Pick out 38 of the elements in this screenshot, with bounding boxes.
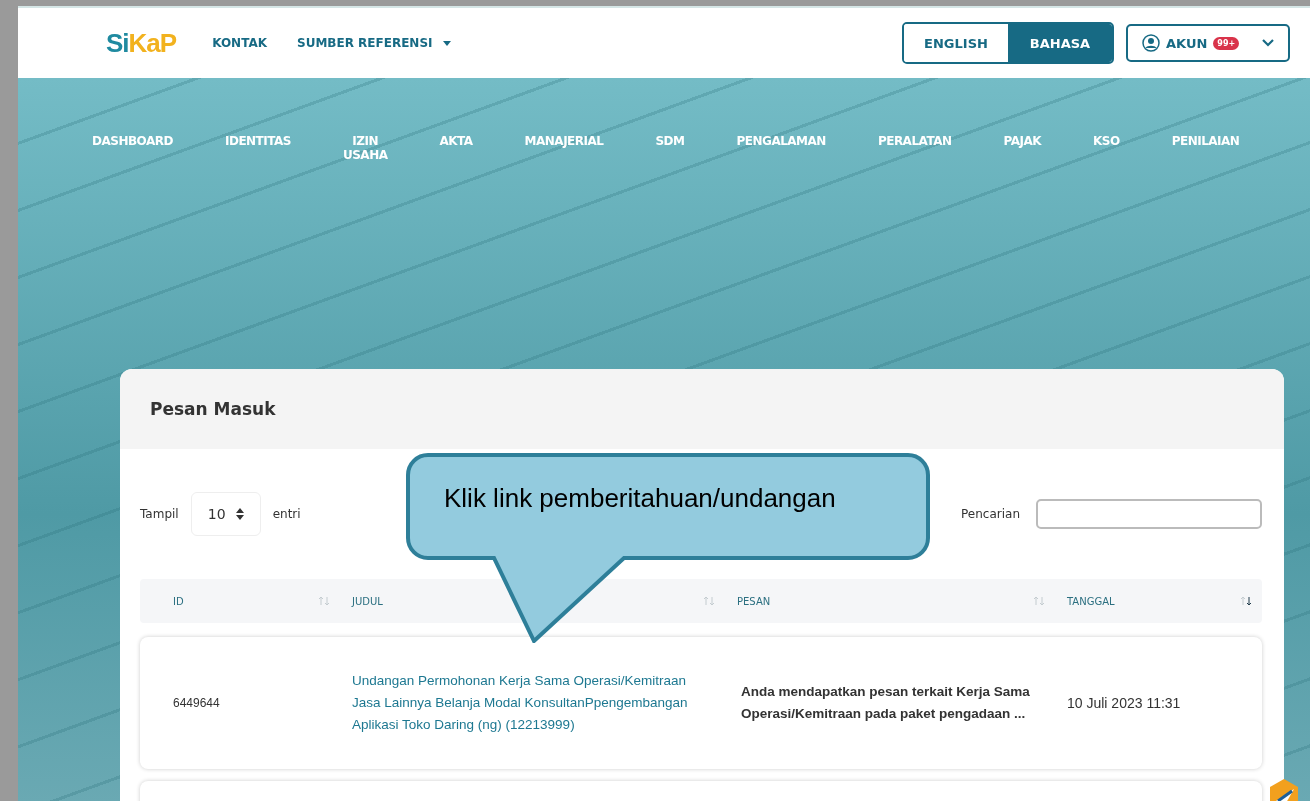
entries-label: entri bbox=[272, 507, 301, 521]
nav-tab[interactable]: IZIN USAHA bbox=[342, 134, 388, 162]
column-header[interactable]: JUDUL bbox=[352, 595, 383, 607]
message-cell-text: Anda mendapatkan pesan terkait Kerja Sama Operasi/Kemitraan pada paket pengadaan ... bbox=[740, 683, 1031, 723]
page-size-select[interactable]: 10 bbox=[190, 492, 261, 536]
nav-tab[interactable]: KSO bbox=[1093, 134, 1120, 162]
account-button[interactable]: AKUN 99+ bbox=[1126, 24, 1290, 62]
message-link[interactable]: Undangan Permohonan Kerja Sama Operasi/Kemitraan Jasa Lainnya Belanja Modal KonsultanPpengembangan Aplikasi Toko Daring (ng) (12213999) bbox=[340, 670, 725, 736]
column-header[interactable]: TANGGAL bbox=[1067, 595, 1115, 607]
nav-tab[interactable]: AKTA bbox=[439, 134, 473, 162]
nav-link[interactable]: SUMBER REFERENSI bbox=[297, 36, 451, 50]
account-label: AKUN bbox=[1166, 35, 1208, 51]
logo[interactable]: SiKaP bbox=[106, 27, 177, 59]
nav-tab[interactable]: MANAJERIAL bbox=[524, 134, 604, 162]
sort-arrows-icon bbox=[235, 508, 244, 520]
nav-tab[interactable]: DASHBOARD bbox=[92, 134, 173, 162]
nav-tab[interactable]: IDENTITAS bbox=[224, 134, 291, 162]
panel-title: Pesan Masuk bbox=[120, 369, 1284, 449]
sort-icon[interactable] bbox=[1240, 595, 1252, 607]
nav-tab[interactable]: PAJAK bbox=[1003, 134, 1042, 162]
date-cell-text: 10 Juli 2023 11:31 bbox=[1066, 695, 1182, 711]
column-header[interactable]: ID bbox=[173, 595, 184, 607]
callout-text: Klik link pemberitahuan/undangan bbox=[444, 483, 836, 514]
id-cell-text: 6449644 bbox=[172, 696, 221, 710]
chevron-down-icon bbox=[1262, 39, 1274, 47]
search-label: Pencarian bbox=[961, 507, 1020, 521]
nav-link[interactable]: KONTAK bbox=[212, 36, 267, 50]
nav-tab[interactable]: SDM bbox=[655, 134, 685, 162]
language-toggle[interactable]: BAHASA bbox=[1008, 24, 1112, 62]
nav-tab[interactable]: PENGALAMAN bbox=[736, 134, 826, 162]
nav-tab[interactable]: PERALATAN bbox=[877, 134, 952, 162]
show-label: Tampil bbox=[140, 507, 179, 521]
user-icon bbox=[1142, 34, 1160, 52]
search-field[interactable] bbox=[1036, 499, 1262, 529]
notification-badge: 99+ bbox=[1213, 36, 1240, 50]
column-header[interactable]: PESAN bbox=[737, 595, 771, 607]
nav-tab[interactable]: PENILAIAN bbox=[1171, 134, 1240, 162]
caret-icon bbox=[442, 40, 451, 46]
